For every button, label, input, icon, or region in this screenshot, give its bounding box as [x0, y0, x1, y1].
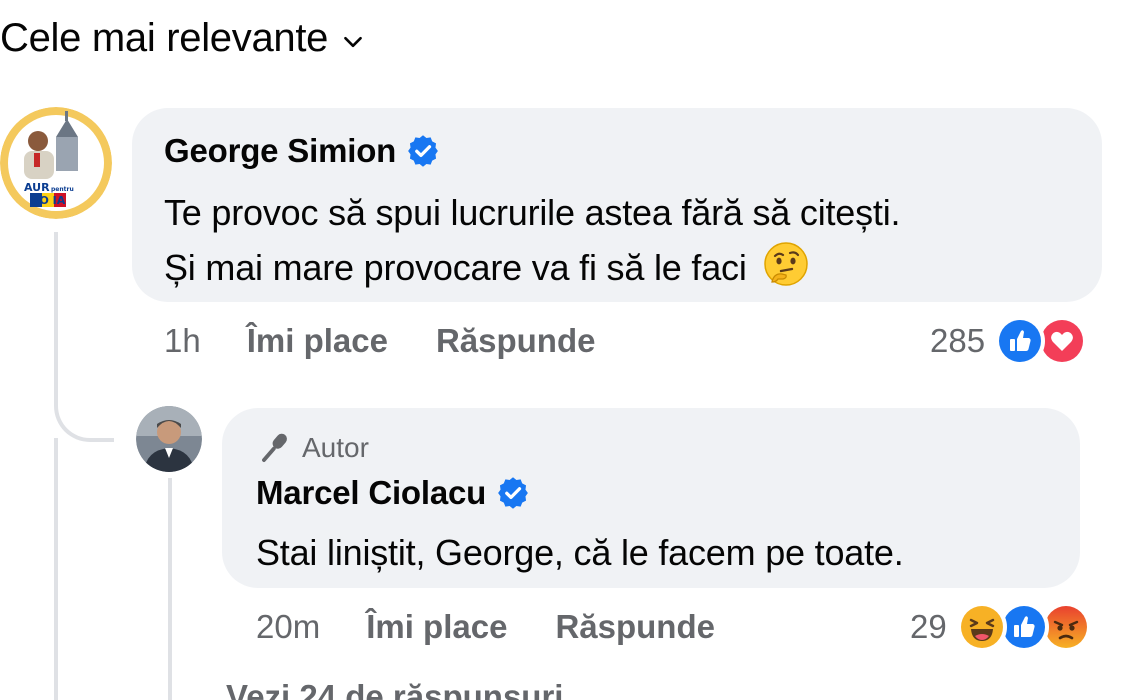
like-reaction-icon [995, 316, 1046, 366]
thinking-face-emoji [764, 242, 809, 286]
thread-line-continued [54, 438, 58, 700]
avatar-image [136, 406, 202, 472]
comments-panel: Cele mai relevante AUR pentru RO IA Geor… [0, 0, 1131, 700]
reply-text: Stai liniștit, George, că le facem pe to… [256, 532, 904, 573]
thread-line [54, 232, 58, 402]
like-button[interactable]: Îmi place [366, 608, 507, 646]
reaction-summary[interactable]: 29 [910, 602, 1091, 652]
verified-badge-icon [498, 477, 528, 509]
thread-connector [54, 390, 114, 442]
avatar[interactable] [136, 406, 202, 472]
comment-author[interactable]: George Simion [164, 132, 396, 170]
comment-text-line: Și mai mare provocare va fi să le faci [164, 247, 747, 288]
comment-text-line: Te provoc să spui lucrurile astea fără s… [164, 192, 901, 233]
haha-reaction-icon [956, 602, 1007, 652]
avatar-aur-text: AUR [24, 181, 50, 194]
like-button[interactable]: Îmi place [247, 322, 388, 360]
author-badge-label: Autor [302, 432, 369, 463]
reaction-summary[interactable]: 285 [930, 316, 1088, 366]
avatar[interactable]: AUR pentru RO IA [0, 107, 112, 219]
sort-dropdown[interactable]: Cele mai relevante [0, 16, 366, 61]
sort-label: Cele mai relevante [0, 16, 329, 60]
comment-actions: 1h Îmi place Răspunde [164, 322, 595, 360]
avatar-small-text: pentru [51, 186, 74, 193]
reaction-count: 285 [930, 322, 986, 359]
reply-author[interactable]: Marcel Ciolacu [256, 474, 486, 512]
reply-bubble: Autor Marcel Ciolacu Stai liniștit, Geor… [222, 408, 1080, 588]
comment-timestamp[interactable]: 1h [164, 322, 201, 360]
chevron-down-icon [344, 36, 362, 47]
reply-timestamp[interactable]: 20m [256, 608, 320, 646]
reply-button[interactable]: Răspunde [436, 322, 596, 360]
verified-badge-icon [408, 135, 438, 167]
author-badge: Autor [258, 430, 369, 466]
comment-bubble: George Simion Te provoc să spui lucruril… [132, 108, 1102, 302]
reply-button[interactable]: Răspunde [555, 608, 715, 646]
microphone-icon [262, 433, 287, 462]
reaction-count: 29 [910, 608, 947, 645]
avatar-bottom-text: RO IA [31, 194, 66, 207]
avatar-image: AUR pentru RO IA [0, 107, 112, 219]
reply-actions: 20m Îmi place Răspunde [256, 608, 715, 646]
see-more-replies-link[interactable]: Vezi 24 de răspunsuri [226, 678, 563, 700]
reply-thread-line [168, 478, 172, 700]
